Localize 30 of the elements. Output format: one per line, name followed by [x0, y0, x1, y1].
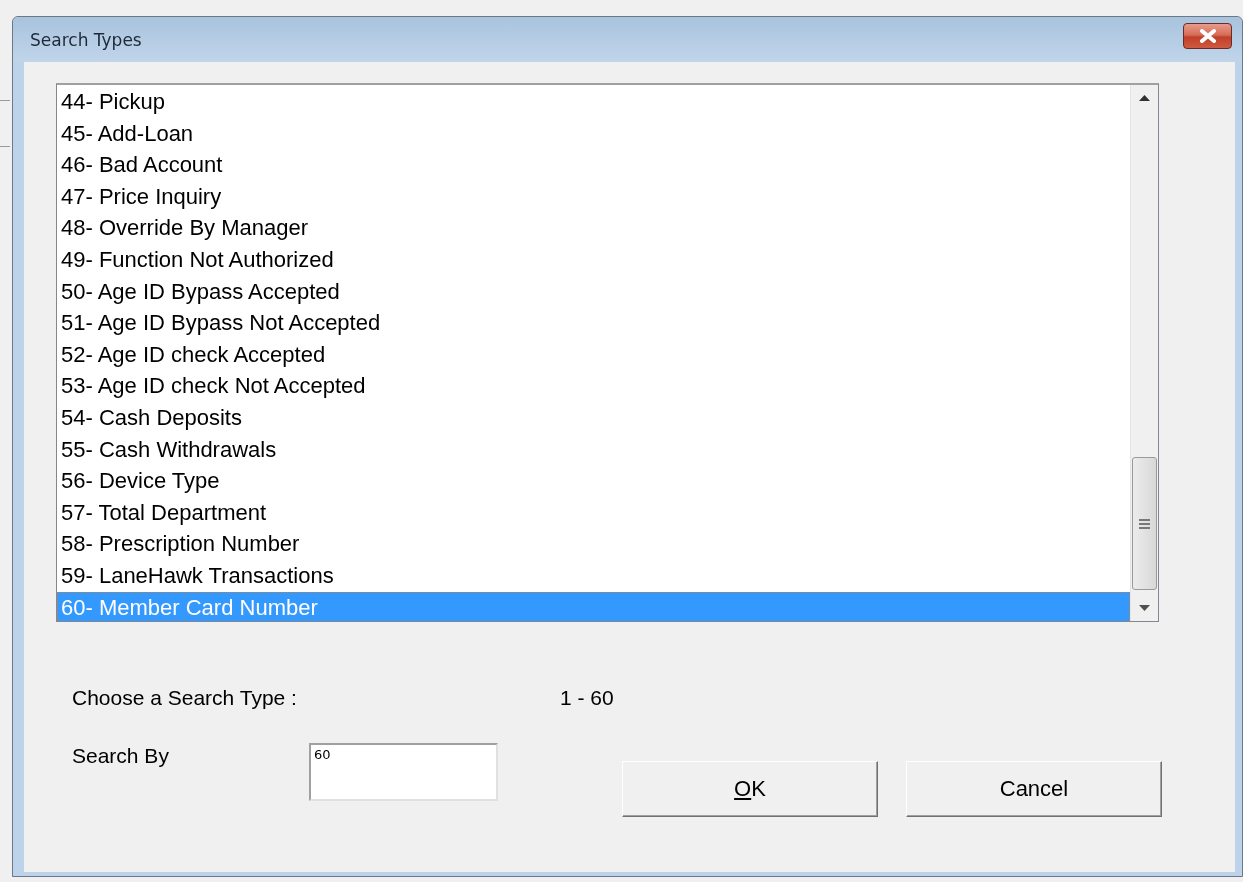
scrollbar[interactable]: [1130, 85, 1158, 621]
choose-label: Choose a Search Type :: [72, 686, 298, 710]
range-text: 1 - 60: [560, 686, 614, 710]
close-button[interactable]: [1183, 22, 1232, 49]
list-item[interactable]: 46- Bad Account: [57, 149, 1130, 181]
list-item[interactable]: 59- LaneHawk Transactions: [57, 559, 1130, 592]
list-item[interactable]: 57- Total Department: [57, 496, 1130, 529]
search-by-label: Search By: [72, 744, 170, 768]
ok-button[interactable]: OK: [622, 761, 878, 817]
list-item[interactable]: 49- Function Not Authorized: [57, 243, 1130, 276]
list-item[interactable]: 56- Device Type: [57, 465, 1130, 497]
list-item[interactable]: 45- Add-Loan: [57, 117, 1130, 150]
grip-icon: [1139, 517, 1150, 530]
scroll-thumb[interactable]: [1132, 457, 1157, 590]
list-item[interactable]: 53- Age ID check Not Accepted: [57, 370, 1130, 402]
input-field[interactable]: 60: [309, 743, 498, 801]
cancel-button[interactable]: Cancel: [906, 761, 1162, 817]
close-icon: [1198, 28, 1217, 43]
scroll-down-icon[interactable]: [1139, 605, 1150, 611]
list-item[interactable]: 48- Override By Manager: [57, 212, 1130, 244]
list-item[interactable]: 58- Prescription Number: [57, 528, 1130, 560]
list-item[interactable]: 52- Age ID check Accepted: [57, 338, 1130, 371]
list-item[interactable]: 44- Pickup: [57, 86, 1130, 118]
window-title: Search Types: [30, 29, 142, 50]
list-item[interactable]: 50- Age ID Bypass Accepted: [57, 275, 1130, 308]
list-item[interactable]: 47- Price Inquiry: [57, 180, 1130, 213]
list-item[interactable]: 55- Cash Withdrawals: [57, 433, 1130, 466]
list-item[interactable]: 51- Age ID Bypass Not Accepted: [57, 307, 1130, 339]
scroll-up-icon[interactable]: [1139, 95, 1150, 101]
list-item[interactable]: 54- Cash Deposits: [57, 401, 1130, 434]
